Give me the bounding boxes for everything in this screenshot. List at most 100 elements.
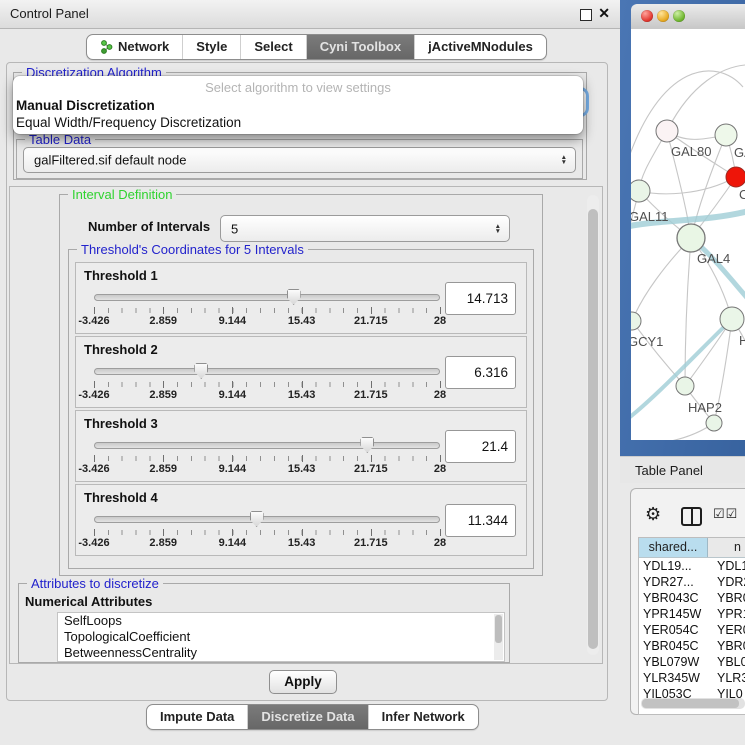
number-of-intervals-value: 5 xyxy=(231,221,238,236)
network-window-titlebar xyxy=(631,4,745,30)
node-label-c: C xyxy=(739,187,745,202)
numerical-attributes-label: Numerical Attributes xyxy=(25,594,152,609)
tab-network-label: Network xyxy=(118,35,169,59)
slider-track xyxy=(94,368,440,375)
tab-cyni-toolbox[interactable]: Cyni Toolbox xyxy=(306,35,414,59)
threshold-3-panel: Threshold 3 -3.426 2.859 9.144 xyxy=(75,410,527,482)
attributes-list-scrollbar[interactable] xyxy=(494,614,503,660)
network-view-window: GAL80 GA C GAL11 GAL4 GCY1 H HAP2 xyxy=(620,0,745,456)
threshold-2-panel: Threshold 2 -3.426 2.859 9.144 xyxy=(75,336,527,408)
threshold-4-value-field[interactable]: 11.344 xyxy=(445,504,516,537)
checkbox-icons[interactable]: ☑☑ xyxy=(713,506,738,522)
table-panel-body: ⚙ ☑☑ shared... n YDL19... YDL1 YDR27... … xyxy=(630,488,745,715)
scrollbar-thumb[interactable] xyxy=(588,209,598,649)
column-header-shared[interactable]: shared... xyxy=(639,538,708,557)
thresholds-group-title: Threshold's Coordinates for 5 Intervals xyxy=(77,242,308,257)
threshold-4-slider-thumb[interactable] xyxy=(250,511,264,527)
slider-ticks xyxy=(94,456,440,461)
threshold-2-slider-thumb[interactable] xyxy=(194,363,208,379)
close-traffic-light[interactable] xyxy=(641,10,653,22)
popup-item-manual-discretization[interactable]: Manual Discretization xyxy=(16,98,155,113)
slider-ticks xyxy=(94,382,440,387)
attribute-item[interactable]: TopologicalCoefficient xyxy=(58,629,504,645)
tab-impute-data[interactable]: Impute Data xyxy=(147,705,247,729)
table-data-title: Table Data xyxy=(25,132,95,147)
numerical-attributes-list: SelfLoops TopologicalCoefficient Between… xyxy=(57,612,505,662)
tab-jactivemnodules[interactable]: jActiveMNodules xyxy=(414,35,546,59)
slider-track xyxy=(94,516,440,523)
table-panel-title: Table Panel xyxy=(635,463,703,478)
table-row[interactable]: YBL079W YBL0 xyxy=(639,654,745,670)
close-icon[interactable]: ✕ xyxy=(598,5,610,22)
node-label-ga: GA xyxy=(734,145,745,160)
float-window-icon[interactable] xyxy=(580,9,592,21)
node-label-gcy1: GCY1 xyxy=(631,334,663,349)
threshold-1-slider-thumb[interactable] xyxy=(287,289,301,305)
node-gal80 xyxy=(656,120,678,142)
node-top-green xyxy=(715,124,737,146)
gear-icon[interactable]: ⚙ xyxy=(645,505,661,523)
panel-title: Control Panel xyxy=(10,6,89,21)
node-label-hap2: HAP2 xyxy=(688,400,722,415)
threshold-2-value-field[interactable]: 6.316 xyxy=(445,356,516,389)
threshold-4-label: Threshold 4 xyxy=(84,490,158,505)
node-label-h: H xyxy=(739,333,745,348)
threshold-1-panel: Threshold 1 -3.426 2.859 9.144 xyxy=(75,262,527,334)
threshold-3-slider-thumb[interactable] xyxy=(360,437,374,453)
attributes-group-title: Attributes to discretize xyxy=(27,576,163,591)
node-gcy1 xyxy=(631,312,641,330)
table-header-row: shared... n xyxy=(639,538,745,558)
columns-icon[interactable] xyxy=(681,507,702,526)
threshold-4-slider[interactable]: -3.426 2.859 9.144 15.43 21.715 28 xyxy=(94,511,440,553)
threshold-3-label: Threshold 3 xyxy=(84,416,158,431)
network-canvas[interactable]: GAL80 GA C GAL11 GAL4 GCY1 H HAP2 xyxy=(631,29,745,440)
table-row[interactable]: YLR345W YLR3 xyxy=(639,670,745,686)
table-data-value: galFiltered.sif default node xyxy=(34,153,186,168)
interval-definition-group: Interval Definition Number of Intervals … xyxy=(59,194,543,576)
threshold-4-panel: Threshold 4 -3.426 2.859 9.144 xyxy=(75,484,527,556)
node-h xyxy=(720,307,744,331)
popup-item-equal-width-frequency[interactable]: Equal Width/Frequency Discretization xyxy=(16,115,241,130)
attribute-item[interactable]: BetweennessCentrality xyxy=(58,645,504,661)
threshold-2-slider[interactable]: -3.426 2.859 9.144 15.43 21.715 28 xyxy=(94,363,440,405)
attribute-item[interactable]: SelfLoops xyxy=(58,613,504,629)
minimize-traffic-light[interactable] xyxy=(657,10,669,22)
tab-style[interactable]: Style xyxy=(182,35,240,59)
zoom-traffic-light[interactable] xyxy=(673,10,685,22)
column-header-name[interactable]: n xyxy=(708,538,745,557)
threshold-2-label: Threshold 2 xyxy=(84,342,158,357)
node-label-gal4: GAL4 xyxy=(697,251,730,266)
combo-arrows-icon: ▲▼ xyxy=(561,155,567,165)
algorithm-dropdown-popup: Select algorithm to view settings Manual… xyxy=(13,76,583,134)
table-data-combobox[interactable]: galFiltered.sif default node ▲▼ xyxy=(23,147,576,173)
table-row[interactable]: YBR045C YBR0 xyxy=(639,638,745,654)
threshold-1-slider[interactable]: -3.426 2.859 9.144 15.43 21.715 28 xyxy=(94,289,440,331)
threshold-3-value-field[interactable]: 21.4 xyxy=(445,430,516,463)
node-label-gal80: GAL80 xyxy=(671,144,711,159)
threshold-3-slider[interactable]: -3.426 2.859 9.144 15.43 21.715 28 xyxy=(94,437,440,479)
table-row[interactable]: YDL19... YDL1 xyxy=(639,558,745,574)
slider-track xyxy=(94,442,440,449)
table-row[interactable]: YER054C YER0 xyxy=(639,622,745,638)
attributes-group: Attributes to discretize Numerical Attri… xyxy=(18,583,510,663)
number-of-intervals-combobox[interactable]: 5 ▲▼ xyxy=(220,215,510,242)
scrollbar-thumb[interactable] xyxy=(495,615,502,643)
table-horizontal-scrollbar[interactable] xyxy=(641,698,745,709)
apply-button[interactable]: Apply xyxy=(269,670,337,694)
network-graph: GAL80 GA C GAL11 GAL4 GCY1 H HAP2 xyxy=(631,29,745,440)
tab-select[interactable]: Select xyxy=(240,35,305,59)
node-table: shared... n YDL19... YDL1 YDR27... YDR2 … xyxy=(638,537,745,715)
top-tab-bar: Network Style Select Cyni Toolbox jActiv… xyxy=(86,34,547,60)
settings-scrollpane: Interval Definition Number of Intervals … xyxy=(9,186,603,664)
tab-network[interactable]: Network xyxy=(87,35,182,59)
scrollbar-thumb[interactable] xyxy=(642,699,739,708)
table-row[interactable]: YBR043C YBR0 xyxy=(639,590,745,606)
interval-definition-title: Interval Definition xyxy=(68,187,176,202)
threshold-1-value-field[interactable]: 14.713 xyxy=(445,282,516,315)
combo-arrows-icon: ▲▼ xyxy=(495,224,501,234)
settings-vertical-scrollbar[interactable] xyxy=(587,195,599,655)
table-row[interactable]: YPR145W YPR1 xyxy=(639,606,745,622)
tab-infer-network[interactable]: Infer Network xyxy=(368,705,478,729)
tab-discretize-data[interactable]: Discretize Data xyxy=(247,705,367,729)
table-row[interactable]: YDR27... YDR2 xyxy=(639,574,745,590)
